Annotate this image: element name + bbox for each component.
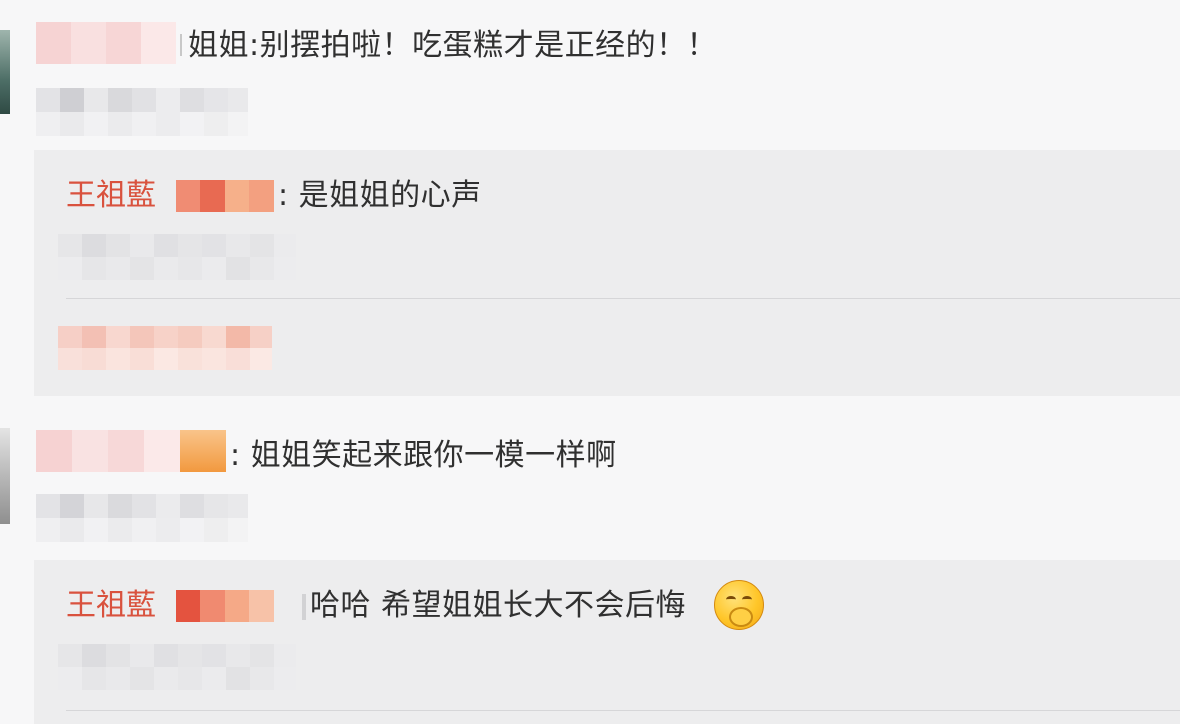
reply-meta-blurred	[58, 644, 296, 690]
avatar[interactable]	[0, 30, 10, 114]
reply-divider	[66, 298, 1180, 299]
reply-box: 王祖藍 : 是姐姐的心声	[34, 150, 1180, 396]
username-blurred[interactable]	[36, 22, 176, 64]
separator-mark	[180, 34, 182, 56]
shy-smile-emoji-icon	[714, 580, 764, 630]
comment-text: : 姐姐笑起来跟你一模一样啊	[230, 438, 617, 473]
comment-text: 姐姐:别摆拍啦！吃蛋糕才是正经的！！	[188, 28, 718, 63]
more-replies-link-blurred[interactable]	[58, 326, 272, 370]
reply-author-suffix-blurred	[176, 180, 274, 212]
separator-mark	[302, 594, 306, 620]
comment-meta-blurred	[36, 88, 248, 136]
reply-author[interactable]: 王祖藍	[66, 176, 156, 216]
reply-divider	[66, 710, 1180, 711]
reply-author[interactable]: 王祖藍	[66, 586, 156, 626]
reply-text: : 是姐姐的心声	[278, 178, 482, 213]
username-blurred[interactable]	[36, 430, 226, 472]
reply-box: 王祖藍 哈哈 希望姐姐长大不会后悔	[34, 560, 1180, 724]
reply-text: 哈哈 希望姐姐长大不会后悔	[310, 588, 687, 623]
comment-meta-blurred	[36, 494, 248, 542]
reply-meta-blurred	[58, 234, 296, 280]
avatar[interactable]	[0, 428, 10, 524]
reply-author-suffix-blurred	[176, 590, 274, 622]
